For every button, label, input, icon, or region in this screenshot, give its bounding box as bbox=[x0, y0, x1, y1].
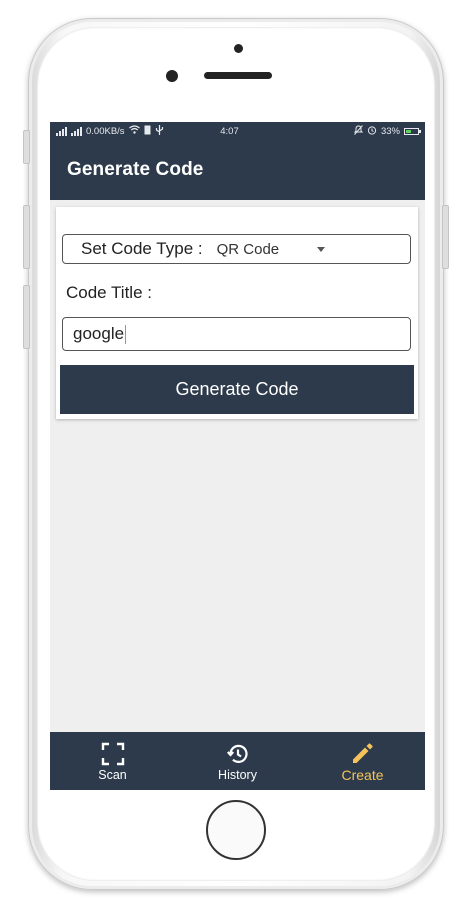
status-right: 33% bbox=[269, 124, 421, 138]
code-title-value: google bbox=[73, 324, 125, 343]
front-camera bbox=[166, 70, 178, 82]
nav-label-history: History bbox=[218, 767, 257, 782]
power-button bbox=[442, 205, 449, 269]
signal-icon-2 bbox=[71, 126, 82, 136]
history-icon bbox=[226, 741, 250, 767]
scan-frame-icon bbox=[101, 741, 125, 767]
code-type-value[interactable]: QR Code bbox=[217, 241, 280, 258]
code-type-label: Set Code Type : bbox=[81, 239, 203, 258]
volume-down-button bbox=[23, 285, 30, 349]
wifi-icon bbox=[128, 125, 140, 137]
battery-percent: 33% bbox=[380, 125, 400, 137]
dropdown-arrow-icon[interactable] bbox=[317, 246, 326, 252]
bottom-nav: Scan History Create bbox=[50, 732, 425, 790]
nav-item-history[interactable]: History bbox=[175, 732, 300, 790]
battery-icon bbox=[404, 127, 421, 135]
network-speed: 0.00KB/s bbox=[86, 125, 125, 137]
sim-icon bbox=[144, 125, 151, 138]
volume-up-button bbox=[23, 205, 30, 269]
mute-switch bbox=[23, 130, 30, 164]
status-time: 4:07 bbox=[220, 125, 239, 137]
page-title: Generate Code bbox=[67, 159, 204, 180]
nav-label-scan: Scan bbox=[98, 767, 127, 782]
proximity-sensor bbox=[234, 44, 243, 53]
app-bar: Generate Code bbox=[50, 140, 425, 200]
code-title-input[interactable]: google bbox=[62, 317, 411, 351]
generate-code-button[interactable]: Generate Code bbox=[60, 365, 414, 414]
code-title-label: Code Title : bbox=[66, 283, 152, 302]
usb-icon bbox=[155, 124, 164, 138]
generate-form-card: Set Code Type : QR Code Code Title : goo… bbox=[56, 207, 418, 419]
pencil-icon bbox=[350, 740, 376, 766]
signal-icon bbox=[56, 126, 67, 136]
code-type-select[interactable]: Set Code Type : QR Code bbox=[62, 234, 411, 264]
alarm-icon bbox=[367, 125, 377, 138]
nav-item-create[interactable]: Create bbox=[300, 732, 425, 790]
app-screen: 0.00KB/s 4:07 33% Generate Code Set Code… bbox=[50, 122, 425, 790]
status-left: 0.00KB/s bbox=[56, 124, 206, 138]
mute-icon bbox=[353, 124, 364, 138]
home-button[interactable] bbox=[206, 800, 266, 860]
nav-label-create: Create bbox=[341, 766, 384, 783]
text-cursor bbox=[125, 324, 127, 344]
earpiece-speaker bbox=[204, 72, 272, 79]
nav-item-scan[interactable]: Scan bbox=[50, 732, 175, 790]
status-bar: 0.00KB/s 4:07 33% bbox=[50, 122, 425, 140]
